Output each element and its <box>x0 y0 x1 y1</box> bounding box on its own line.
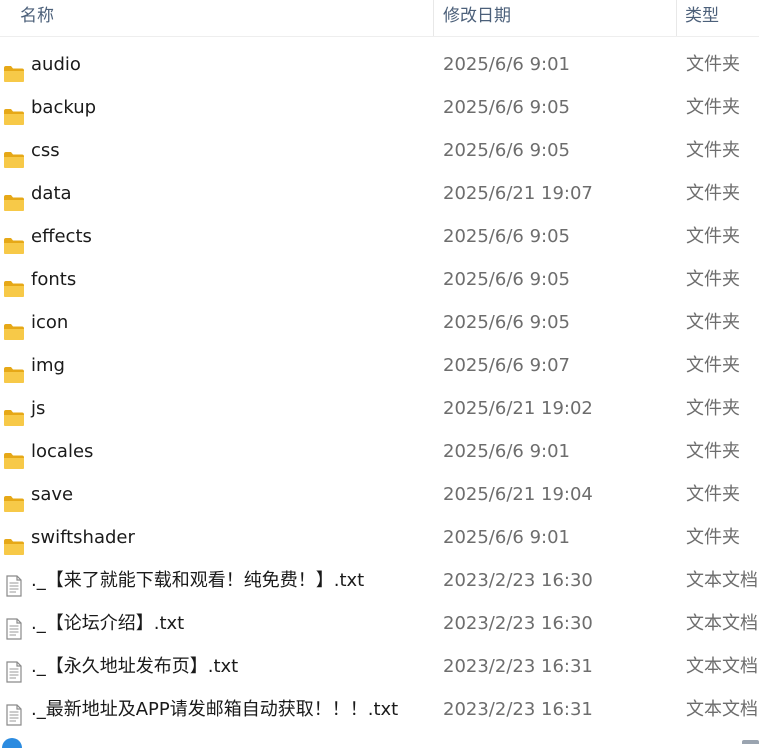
file-row[interactable]: ._【来了就能下载和观看！纯免费！】.txt 2023/2/23 16:30 文本文… <box>0 559 759 602</box>
file-row[interactable]: icon 2025/6/6 9:05 文件夹 <box>0 301 759 344</box>
partial-file-icon <box>2 738 22 748</box>
column-header-bar: ^ 名称 修改日期 类型 <box>0 0 759 37</box>
file-type: 文件夹 <box>686 140 740 161</box>
file-date-modified: 2025/6/21 19:07 <box>443 183 593 204</box>
file-type: 文件夹 <box>686 527 740 548</box>
file-type: 文件夹 <box>686 183 740 204</box>
file-row[interactable]: ._【论坛介绍】.txt 2023/2/23 16:30 文本文档 <box>0 602 759 645</box>
file-date-modified: 2025/6/6 9:07 <box>443 355 570 376</box>
file-date-modified: 2025/6/6 9:05 <box>443 226 570 247</box>
folder-icon <box>3 271 25 297</box>
file-name: js <box>31 398 46 419</box>
file-name: data <box>31 183 72 204</box>
file-row[interactable]: img 2025/6/6 9:07 文件夹 <box>0 344 759 387</box>
file-type: 文件夹 <box>686 398 740 419</box>
file-row[interactable]: audio 2025/6/6 9:01 文件夹 <box>0 43 759 86</box>
file-date-modified: 2025/6/21 19:02 <box>443 398 593 419</box>
file-type: 文件夹 <box>686 97 740 118</box>
file-name: backup <box>31 97 97 118</box>
column-divider[interactable] <box>433 0 434 36</box>
file-type: 文件夹 <box>686 484 740 505</box>
file-date-modified: 2025/6/6 9:01 <box>443 527 570 548</box>
column-header-name[interactable]: 名称 <box>20 0 54 36</box>
folder-icon <box>3 486 25 512</box>
text-file-icon <box>5 656 27 683</box>
file-name: ._【永久地址发布页】.txt <box>31 656 239 677</box>
file-row[interactable]: backup 2025/6/6 9:05 文件夹 <box>0 86 759 129</box>
file-list: audio 2025/6/6 9:01 文件夹 backup 2025/6/6 9:05… <box>0 43 759 731</box>
file-row[interactable]: css 2025/6/6 9:05 文件夹 <box>0 129 759 172</box>
folder-icon <box>3 228 25 254</box>
file-date-modified: 2025/6/6 9:05 <box>443 97 570 118</box>
file-type: 文件夹 <box>686 269 740 290</box>
file-name: ._【来了就能下载和观看！纯免费！】.txt <box>31 570 365 591</box>
file-name: ._最新地址及APP请发邮箱自动获取！！！.txt <box>31 699 399 720</box>
folder-icon <box>3 185 25 211</box>
file-name: audio <box>31 54 81 75</box>
folder-icon <box>3 529 25 555</box>
file-row[interactable]: effects 2025/6/6 9:05 文件夹 <box>0 215 759 258</box>
file-date-modified: 2025/6/6 9:05 <box>443 140 570 161</box>
file-name: locales <box>31 441 94 462</box>
file-date-modified: 2025/6/6 9:05 <box>443 269 570 290</box>
file-name: effects <box>31 226 92 247</box>
folder-icon <box>3 56 25 82</box>
file-date-modified: 2023/2/23 16:30 <box>443 613 593 634</box>
file-date-modified: 2025/6/6 9:01 <box>443 441 570 462</box>
file-row[interactable]: locales 2025/6/6 9:01 文件夹 <box>0 430 759 473</box>
file-type: 文件夹 <box>686 441 740 462</box>
file-date-modified: 2025/6/6 9:05 <box>443 312 570 333</box>
file-date-modified: 2023/2/23 16:30 <box>443 570 593 591</box>
file-row[interactable]: ._【永久地址发布页】.txt 2023/2/23 16:31 文本文档 <box>0 645 759 688</box>
file-type: 文件夹 <box>686 226 740 247</box>
folder-icon <box>3 357 25 383</box>
file-name: swiftshader <box>31 527 135 548</box>
partial-scroll-indicator <box>742 740 759 744</box>
file-row[interactable]: swiftshader 2025/6/6 9:01 文件夹 <box>0 516 759 559</box>
file-row[interactable]: data 2025/6/21 19:07 文件夹 <box>0 172 759 215</box>
file-name: ._【论坛介绍】.txt <box>31 613 185 634</box>
text-file-icon <box>5 570 27 597</box>
file-name: save <box>31 484 74 505</box>
file-date-modified: 2025/6/6 9:01 <box>443 54 570 75</box>
file-row[interactable]: js 2025/6/21 19:02 文件夹 <box>0 387 759 430</box>
file-type: 文本文档 <box>686 570 758 591</box>
folder-icon <box>3 142 25 168</box>
file-type: 文件夹 <box>686 355 740 376</box>
file-type: 文件夹 <box>686 54 740 75</box>
folder-icon <box>3 400 25 426</box>
file-row[interactable]: save 2025/6/21 19:04 文件夹 <box>0 473 759 516</box>
sort-caret-icon: ^ <box>216 0 225 7</box>
file-type: 文本文档 <box>686 656 758 677</box>
column-divider[interactable] <box>676 0 677 36</box>
text-file-icon <box>5 613 27 640</box>
file-date-modified: 2023/2/23 16:31 <box>443 656 593 677</box>
column-header-date-modified[interactable]: 修改日期 <box>443 0 511 36</box>
file-row[interactable]: fonts 2025/6/6 9:05 文件夹 <box>0 258 759 301</box>
folder-icon <box>3 443 25 469</box>
file-name: icon <box>31 312 69 333</box>
file-date-modified: 2025/6/21 19:04 <box>443 484 593 505</box>
file-row[interactable]: ._最新地址及APP请发邮箱自动获取！！！.txt 2023/2/23 16:31… <box>0 688 759 731</box>
file-type: 文件夹 <box>686 312 740 333</box>
text-file-icon <box>5 699 27 726</box>
file-name: fonts <box>31 269 77 290</box>
file-name: img <box>31 355 65 376</box>
folder-icon <box>3 99 25 125</box>
file-type: 文本文档 <box>686 699 758 720</box>
folder-icon <box>3 314 25 340</box>
column-header-type[interactable]: 类型 <box>685 0 719 36</box>
file-date-modified: 2023/2/23 16:31 <box>443 699 593 720</box>
file-type: 文本文档 <box>686 613 758 634</box>
file-name: css <box>31 140 60 161</box>
